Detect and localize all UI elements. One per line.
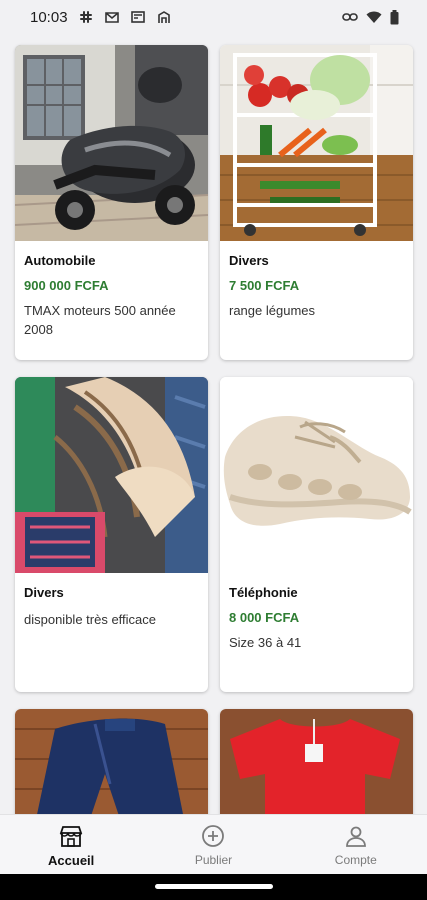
listing-description: range légumes — [229, 303, 315, 318]
listing-card[interactable]: Automobile 900 000 FCFA TMAX moteurs 500… — [15, 45, 208, 360]
store-icon — [59, 826, 83, 847]
listing-image-jeans[interactable] — [15, 709, 208, 829]
bottom-nav: Accueil Publier Compte — [0, 814, 427, 874]
listing-category: Divers — [229, 253, 269, 268]
nav-publish-label: Publier — [194, 853, 233, 867]
status-time: 10:03 — [30, 8, 68, 26]
nav-home-label: Accueil — [48, 853, 95, 868]
listing-category: Divers — [24, 585, 64, 600]
news-icon — [130, 11, 145, 23]
listing-price: 7 500 FCFA — [229, 278, 300, 293]
listing-price: 8 000 FCFA — [229, 610, 300, 625]
person-icon — [345, 826, 366, 847]
nav-publish[interactable]: Publier — [142, 815, 284, 874]
nav-account[interactable]: Compte — [285, 815, 427, 874]
store-icon — [157, 11, 170, 23]
listing-card[interactable]: Divers 7 500 FCFA range légumes — [220, 45, 413, 360]
listing-card[interactable]: Divers disponible très efficace — [15, 377, 208, 692]
listing-category: Automobile — [24, 253, 96, 268]
slack-icon — [79, 11, 92, 23]
nav-home[interactable]: Accueil — [0, 815, 142, 874]
listing-image-tshirt[interactable] — [220, 709, 413, 829]
listing-description: Size 36 à 41 — [229, 635, 302, 650]
listing-price: 900 000 FCFA — [24, 278, 109, 293]
listing-category: Téléphonie — [229, 585, 298, 600]
listing-image-vegetable-rack[interactable] — [220, 45, 413, 241]
gmail-icon — [104, 12, 119, 23]
listing-image-chairs[interactable] — [15, 377, 208, 573]
listing-image-sneaker[interactable] — [220, 377, 413, 573]
listing-description: disponible très efficace — [24, 612, 157, 627]
listing-image-scooter[interactable] — [15, 45, 208, 241]
listing-description: TMAX moteurs 500 année 2008 — [24, 303, 176, 337]
add-circle-icon — [202, 825, 225, 847]
status-bar: 10:03 — [0, 0, 427, 34]
link-icon — [342, 13, 358, 21]
listing-card[interactable]: Téléphonie 8 000 FCFA Size 36 à 41 — [220, 377, 413, 692]
listing-card[interactable] — [220, 709, 413, 829]
gesture-handle[interactable] — [155, 884, 273, 889]
listing-card[interactable] — [15, 709, 208, 829]
wifi-icon — [366, 11, 382, 23]
nav-account-label: Compte — [334, 853, 377, 867]
battery-icon — [390, 9, 399, 24]
